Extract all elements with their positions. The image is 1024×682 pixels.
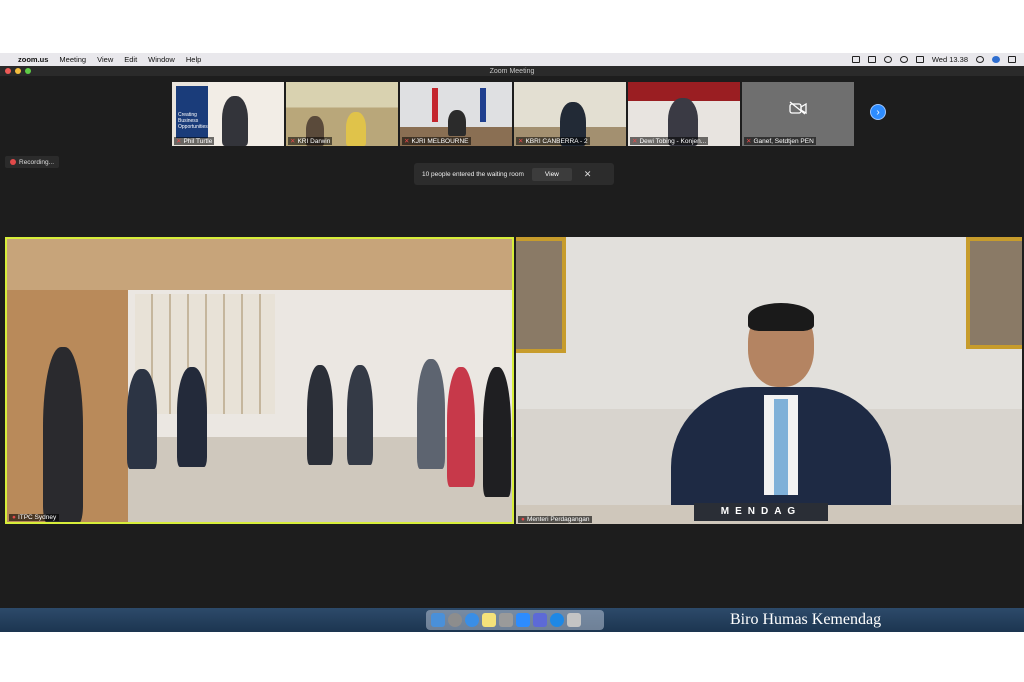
participant-tile[interactable]: Creating Business Opportunities ✕ Phil Tu… (172, 82, 284, 146)
bluetooth-icon[interactable] (883, 56, 892, 63)
muted-mic-icon: ✕ (518, 138, 524, 145)
participant-figure (346, 112, 366, 146)
camera-status-icon[interactable] (867, 56, 876, 63)
participant-strip: Creating Business Opportunities ✕ Phil Tu… (172, 82, 854, 146)
participant-tile[interactable]: ✕ KRI Darwin (286, 82, 398, 146)
participant-figure (448, 110, 466, 136)
chrome-icon[interactable] (550, 613, 564, 627)
zoom-status-icon[interactable] (851, 56, 860, 63)
guest-figure (347, 365, 373, 465)
title-bar: Zoom Meeting (0, 66, 1024, 76)
view-waiting-room-button[interactable]: View (531, 167, 572, 181)
participant-name: ✕ Phil Turtle (174, 137, 215, 145)
control-center-icon[interactable] (1008, 56, 1016, 63)
recording-icon (10, 159, 16, 165)
participant-name: ✕ KBRI CANBERRA - 2 (516, 137, 590, 145)
menu-meeting[interactable]: Meeting (59, 55, 86, 64)
video-itpc-sydney[interactable]: ● ITPC Sydney (5, 237, 514, 524)
guest-figure (127, 369, 157, 469)
menu-zoom-us[interactable]: zoom.us (18, 55, 48, 64)
video-name-label: ● ITPC Sydney (9, 514, 60, 521)
guest-figure (447, 367, 475, 487)
camera-off-icon (789, 101, 807, 115)
guest-figure (177, 367, 207, 467)
mic-icon: ● (521, 516, 525, 523)
menubar-clock[interactable]: Wed 13.38 (932, 55, 968, 64)
picture-frame (966, 237, 1022, 349)
caption-watermark: Biro Humas Kemendag (730, 611, 882, 628)
nameplate: MENDAG (694, 503, 828, 521)
menu-bar: zoom.us Meeting View Edit Window Help We… (0, 53, 1024, 66)
participant-tile[interactable]: ✕ Dewi Tobing - Konjen... (628, 82, 740, 146)
menu-help[interactable]: Help (186, 55, 201, 64)
flag-icon (432, 88, 438, 122)
dock (426, 610, 604, 630)
participant-name: ✕ Ganef, Setdtjen PEN (744, 137, 816, 145)
safari-icon[interactable] (465, 613, 479, 627)
muted-mic-icon: ✕ (290, 138, 296, 145)
muted-mic-icon: ✕ (176, 138, 182, 145)
launchpad-icon[interactable] (448, 613, 462, 627)
speaker-tie (774, 399, 788, 495)
speaker-hair (748, 303, 814, 331)
status-area: Wed 13.38 (851, 55, 1024, 64)
picture-frame (516, 237, 566, 353)
finder-icon[interactable] (431, 613, 445, 627)
zoom-app-icon[interactable] (516, 613, 530, 627)
guest-figure (483, 367, 511, 497)
mic-icon: ● (12, 514, 16, 521)
participant-tile[interactable]: ✕ KBRI CANBERRA - 2 (514, 82, 626, 146)
recording-label: Recording... (19, 158, 55, 166)
banner-text: Creating Business Opportunities (178, 112, 208, 130)
menu-view[interactable]: View (97, 55, 113, 64)
muted-mic-icon: ✕ (632, 138, 638, 145)
user-avatar-icon[interactable] (992, 56, 1000, 63)
recording-indicator[interactable]: Recording... (5, 156, 60, 168)
participant-name: ✕ KJRI MELBOURNE (402, 137, 471, 145)
trash-icon[interactable] (567, 613, 581, 627)
guest-figure (307, 365, 333, 465)
chevron-right-icon: › (876, 107, 880, 118)
muted-mic-icon: ✕ (746, 138, 752, 145)
wifi-icon[interactable] (899, 56, 908, 63)
close-icon[interactable]: ✕ (584, 169, 592, 180)
zoom-window: Zoom Meeting Creating Business Opportuni… (0, 66, 1024, 608)
flag-icon (480, 88, 486, 122)
participant-figure (222, 96, 248, 146)
volume-icon[interactable] (915, 56, 924, 63)
presentation-banner: Creating Business Opportunities (176, 86, 208, 138)
video-name-label: ● Menteri Perdagangan (518, 516, 593, 523)
muted-mic-icon: ✕ (404, 138, 410, 145)
menu-window[interactable]: Window (148, 55, 175, 64)
speaker-figure (43, 347, 83, 522)
spotlight-search-icon[interactable] (976, 56, 984, 63)
participant-tile[interactable]: ✕ Ganef, Setdtjen PEN (742, 82, 854, 146)
waiting-room-message: 10 people entered the waiting room (422, 170, 524, 178)
system-preferences-icon[interactable] (499, 613, 513, 627)
participant-tile[interactable]: ✕ KJRI MELBOURNE (400, 82, 512, 146)
desktop-bottom: Biro Humas Kemendag (0, 608, 1024, 632)
menu-edit[interactable]: Edit (124, 55, 137, 64)
guest-figure (417, 359, 445, 469)
participant-name: ✕ Dewi Tobing - Konjen... (630, 137, 709, 145)
participant-name: ✕ KRI Darwin (288, 137, 333, 145)
notes-icon[interactable] (482, 613, 496, 627)
window-title: Zoom Meeting (489, 67, 535, 75)
next-page-button[interactable]: › (870, 104, 886, 120)
app-icon[interactable] (533, 613, 547, 627)
waiting-room-notification: 10 people entered the waiting room View … (414, 163, 614, 185)
video-menteri-perdagangan[interactable]: MENDAG ● Menteri Perdagangan (516, 237, 1022, 524)
